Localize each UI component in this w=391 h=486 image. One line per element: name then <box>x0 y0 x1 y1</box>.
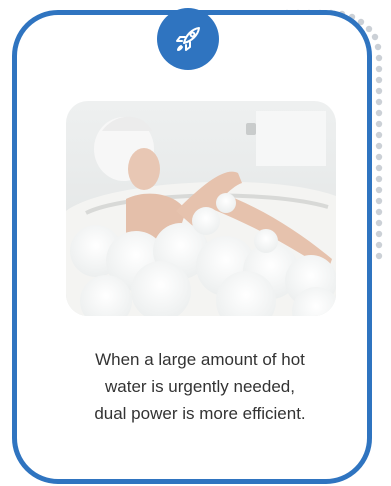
rocket-icon <box>176 27 200 51</box>
caption-line: dual power is more efficient. <box>94 404 306 423</box>
feature-badge <box>157 8 219 70</box>
caption-line: When a large amount of hot <box>95 350 305 369</box>
bath-photo-illustration <box>66 101 336 316</box>
feature-panel: When a large amount of hot water is urge… <box>0 0 391 486</box>
caption-line: water is urgently needed, <box>105 377 295 396</box>
feature-caption: When a large amount of hot water is urge… <box>40 346 360 427</box>
bath-photo <box>66 101 336 316</box>
